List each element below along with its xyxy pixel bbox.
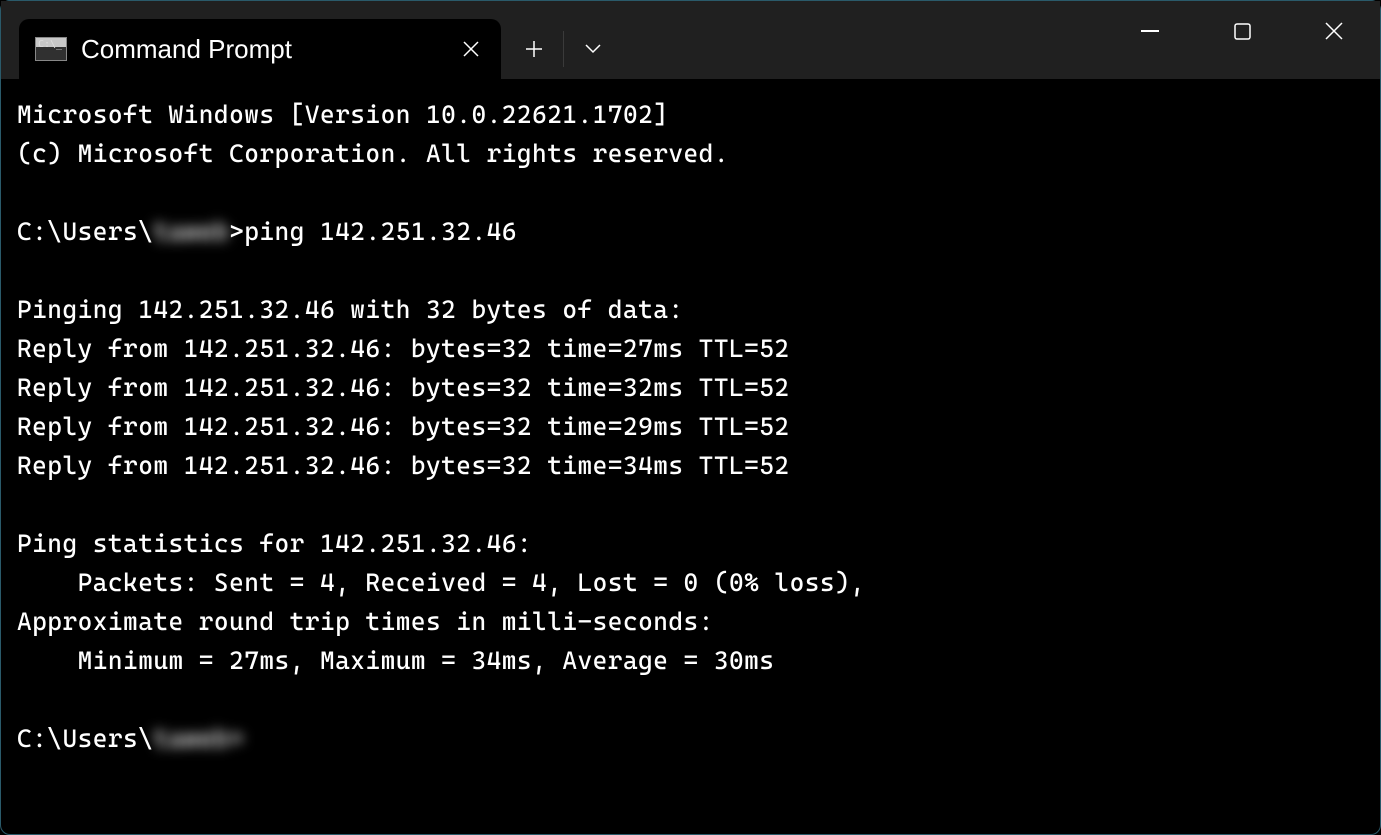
- maximize-icon: [1234, 23, 1251, 40]
- cmd-icon: C:\_: [35, 37, 67, 61]
- titlebar: C:\_ Command Prompt: [1, 1, 1380, 79]
- stats-rtt: Minimum = 27ms, Maximum = 34ms, Average …: [17, 646, 774, 675]
- close-window-button[interactable]: [1288, 1, 1380, 61]
- minimize-icon: [1141, 30, 1159, 32]
- ping-reply: Reply from 142.251.32.46: bytes=32 time=…: [17, 373, 790, 402]
- active-tab[interactable]: C:\_ Command Prompt: [19, 19, 501, 79]
- plus-icon: [525, 40, 543, 58]
- command-text: ping 142.251.32.46: [244, 217, 517, 246]
- prompt-path: C:\Users\: [17, 217, 153, 246]
- stats-header: Ping statistics for 142.251.32.46:: [17, 529, 532, 558]
- stats-packets: Packets: Sent = 4, Received = 4, Lost = …: [17, 568, 865, 597]
- tab-title: Command Prompt: [81, 34, 451, 65]
- close-tab-button[interactable]: [451, 29, 491, 69]
- banner-line: Microsoft Windows [Version 10.0.22621.17…: [17, 100, 668, 129]
- ping-reply: Reply from 142.251.32.46: bytes=32 time=…: [17, 334, 790, 363]
- new-tab-button[interactable]: [505, 20, 563, 78]
- chevron-down-icon: [585, 44, 601, 54]
- maximize-button[interactable]: [1196, 1, 1288, 61]
- ping-reply: Reply from 142.251.32.46: bytes=32 time=…: [17, 412, 790, 441]
- ping-header: Pinging 142.251.32.46 with 32 bytes of d…: [17, 295, 684, 324]
- prompt-suffix: >: [229, 217, 244, 246]
- stats-rtt-header: Approximate round trip times in milli-se…: [17, 607, 714, 636]
- tab-dropdown-button[interactable]: [564, 20, 622, 78]
- prompt-user-redacted: taweb: [153, 212, 229, 251]
- banner-line: (c) Microsoft Corporation. All rights re…: [17, 139, 729, 168]
- tab-controls: [505, 19, 622, 79]
- prompt-path: C:\Users\: [17, 724, 153, 753]
- ping-reply: Reply from 142.251.32.46: bytes=32 time=…: [17, 451, 790, 480]
- minimize-button[interactable]: [1104, 1, 1196, 61]
- close-icon: [463, 41, 479, 57]
- prompt-user-redacted: taweb>: [153, 719, 244, 758]
- window-controls: [1104, 1, 1380, 61]
- close-icon: [1325, 22, 1343, 40]
- terminal-output[interactable]: Microsoft Windows [Version 10.0.22621.17…: [1, 79, 1380, 774]
